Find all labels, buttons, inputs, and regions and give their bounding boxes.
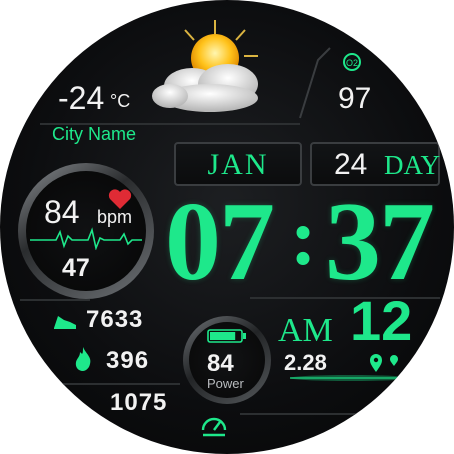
shoe-icon <box>54 316 76 329</box>
location-pin-icon <box>370 354 398 372</box>
watch-face: -24 °C City Name O2 97 JAN 24 DAY 84 bpm… <box>0 0 454 454</box>
battery-value: 84 <box>207 350 234 377</box>
time-separator: : <box>290 194 317 282</box>
time-hours: 07 <box>165 180 275 304</box>
o2-icon: O2 <box>343 53 361 71</box>
day-label: DAY <box>384 150 441 180</box>
bpm-unit: bpm <box>97 207 133 227</box>
temperature-unit: °C <box>110 91 131 111</box>
temperature-value: -24 <box>58 80 105 116</box>
speed-gauge-icon <box>201 417 227 437</box>
steps-value: 7633 <box>86 306 144 333</box>
distance-value: 2.28 <box>284 350 327 375</box>
am-pm-label: AM <box>278 312 333 349</box>
flame-icon <box>75 347 91 371</box>
month-label: JAN <box>207 148 269 181</box>
battery-icon <box>207 329 246 343</box>
svg-text:O2: O2 <box>346 58 358 68</box>
sun-behind-cloud-icon <box>152 20 258 112</box>
battery-label: Power <box>207 376 244 391</box>
seconds-value: 12 <box>350 289 413 352</box>
day-number: 24 <box>334 148 368 181</box>
third-stat-value: 1075 <box>110 389 168 416</box>
time-minutes: 37 <box>325 180 435 304</box>
oxygen-value: 97 <box>338 82 372 115</box>
ecg-line <box>30 227 142 250</box>
city-name: City Name <box>52 124 137 144</box>
calories-value: 396 <box>106 347 150 374</box>
heart-secondary-value: 47 <box>62 254 90 282</box>
